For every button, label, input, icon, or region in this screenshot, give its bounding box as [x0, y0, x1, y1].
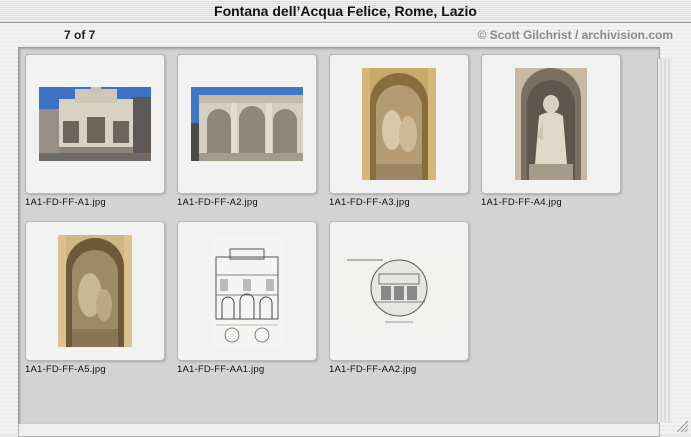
thumbnail-frame[interactable]	[25, 221, 165, 361]
vertical-scrollbar[interactable]	[657, 59, 671, 423]
fountain-arches-image	[191, 87, 303, 161]
thumbnail-item[interactable]: 1A1-FD-FF-AA2.jpg	[329, 221, 469, 375]
thumbnail-item[interactable]: 1A1-FD-FF-AA1.jpg	[177, 221, 317, 375]
viewer-window: 7 of 7 © Scott Gilchrist / archivision.c…	[0, 23, 691, 437]
thumbnail-frame[interactable]	[329, 54, 469, 194]
window-title: Fontana dell’Acqua Felice, Rome, Lazio	[0, 0, 691, 23]
fountain-facade-image	[39, 87, 151, 161]
thumbnail-item[interactable]: 1A1-FD-FF-A2.jpg	[177, 54, 317, 208]
thumbnail-frame[interactable]	[177, 54, 317, 194]
horizontal-scrollbar[interactable]	[18, 424, 660, 437]
thumbnail-filename: 1A1-FD-FF-A3.jpg	[329, 197, 410, 208]
thumbnail-panel: 1A1-FD-FF-A1.jpg 1A1-FD-FF-A2.jpg 1A1-FD…	[18, 47, 660, 425]
moses-statue-image	[515, 68, 587, 180]
thumbnail-item[interactable]: 1A1-FD-FF-A3.jpg	[329, 54, 469, 208]
niche-relief-image	[362, 68, 436, 180]
thumbnail-filename: 1A1-FD-FF-A2.jpg	[177, 197, 258, 208]
resize-grip-icon[interactable]	[675, 419, 689, 433]
image-counter: 7 of 7	[64, 28, 96, 42]
thumbnail-filename: 1A1-FD-FF-A1.jpg	[25, 197, 106, 208]
thumbnail-frame[interactable]	[481, 54, 621, 194]
thumbnail-filename: 1A1-FD-FF-A4.jpg	[481, 197, 562, 208]
thumbnail-grid: 1A1-FD-FF-A1.jpg 1A1-FD-FF-A2.jpg 1A1-FD…	[25, 54, 621, 375]
thumbnail-filename: 1A1-FD-FF-AA1.jpg	[177, 364, 265, 375]
thumbnail-item[interactable]: 1A1-FD-FF-A1.jpg	[25, 54, 165, 208]
thumbnail-frame[interactable]	[329, 221, 469, 361]
thumbnail-frame[interactable]	[177, 221, 317, 361]
copyright-credit: © Scott Gilchrist / archivision.com	[477, 28, 673, 42]
niche-relief-image	[58, 235, 132, 347]
thumbnail-item[interactable]: 1A1-FD-FF-A5.jpg	[25, 221, 165, 375]
thumbnail-item[interactable]: 1A1-FD-FF-A4.jpg	[481, 54, 621, 208]
thumbnail-frame[interactable]	[25, 54, 165, 194]
thumbnail-filename: 1A1-FD-FF-AA2.jpg	[329, 364, 417, 375]
engraving-section-image	[343, 254, 455, 328]
thumbnail-filename: 1A1-FD-FF-A5.jpg	[25, 364, 106, 375]
engraving-elevation-image	[210, 235, 284, 347]
